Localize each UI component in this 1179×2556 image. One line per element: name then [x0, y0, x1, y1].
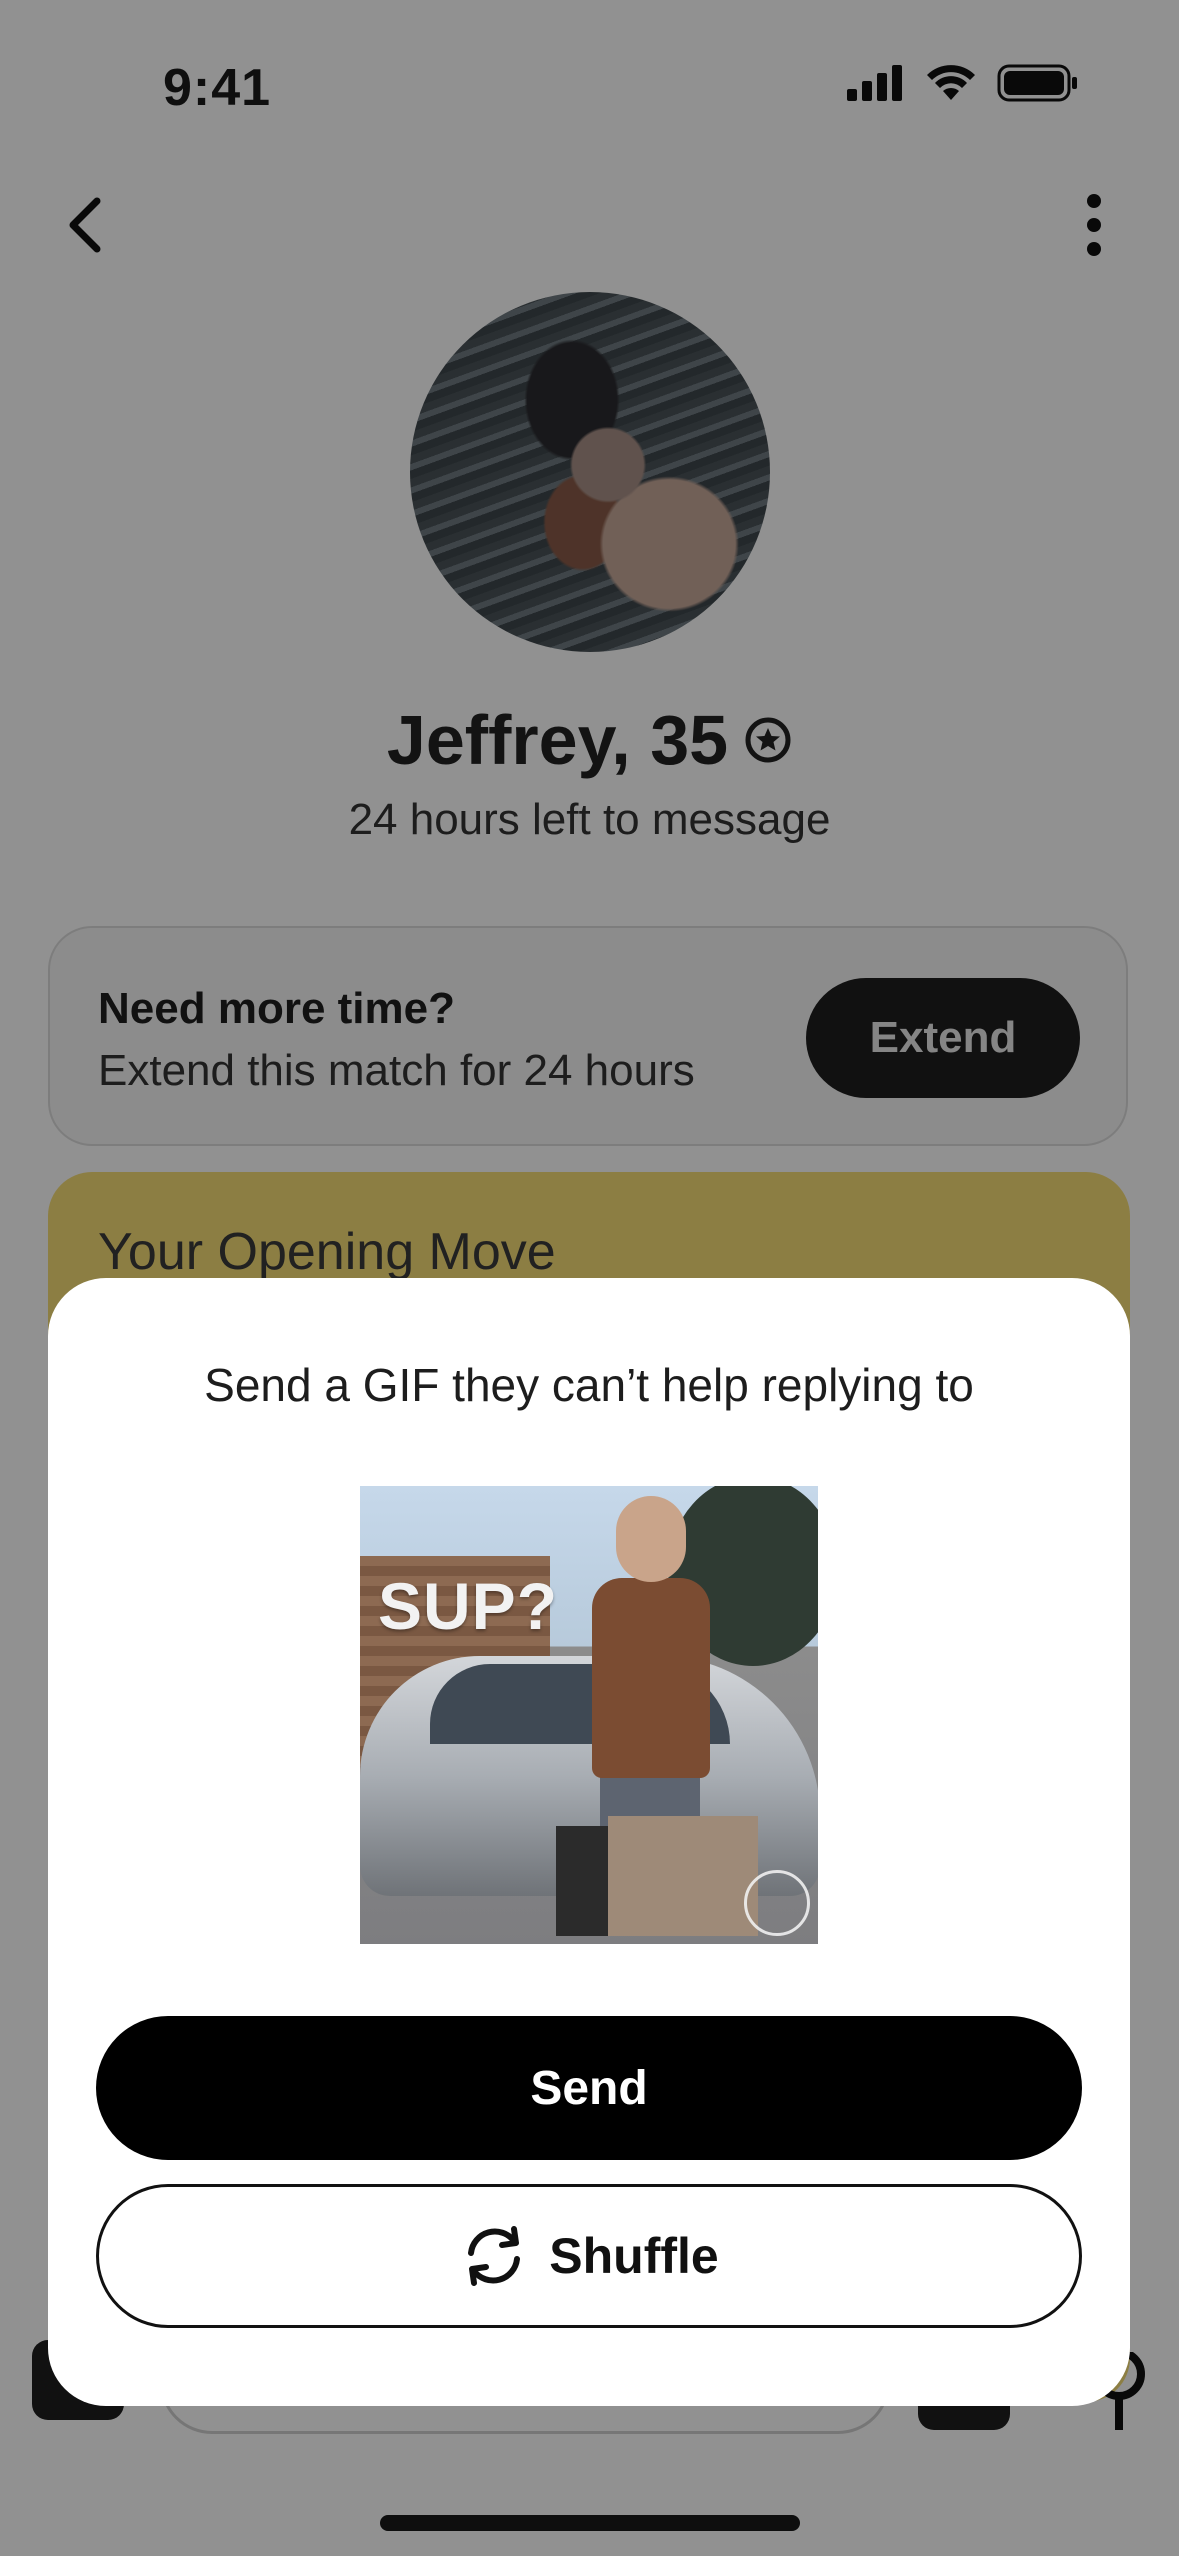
send-button[interactable]: Send — [96, 2016, 1082, 2160]
shuffle-button[interactable]: Shuffle — [96, 2184, 1082, 2328]
gif-modal-title: Send a GIF they can’t help replying to — [204, 1359, 974, 1411]
gif-man-body — [592, 1578, 710, 1778]
shuffle-icon — [468, 2226, 521, 2286]
gif-preview[interactable]: SUP? — [360, 1486, 818, 1944]
gif-bag — [608, 1816, 758, 1936]
gif-modal: Send a GIF they can’t help replying to S… — [48, 1278, 1130, 2406]
gif-man-head — [616, 1496, 686, 1582]
gif-watermark-icon — [744, 1870, 810, 1936]
gif-caption: SUP? — [378, 1569, 559, 1643]
shuffle-label: Shuffle — [549, 2228, 719, 2284]
